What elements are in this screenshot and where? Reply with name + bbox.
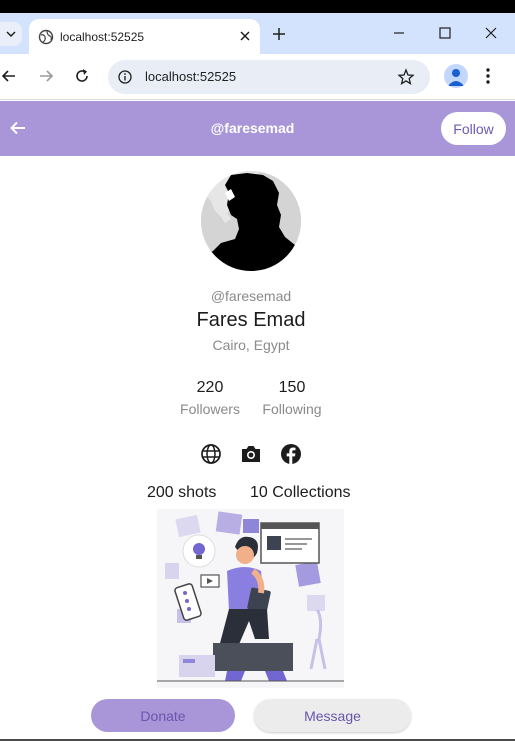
globe-icon[interactable] [200, 443, 222, 465]
avatar [201, 171, 301, 271]
followers-label: Followers [180, 401, 240, 417]
shots-count[interactable]: 200 shots [147, 484, 216, 502]
profile-icon[interactable] [444, 64, 468, 88]
followers-count: 220 [196, 379, 224, 396]
page-title: @faresemad [210, 120, 295, 136]
chevron-down-icon [6, 31, 16, 38]
screen-top-edge [0, 0, 515, 13]
tab-search-button[interactable] [0, 22, 22, 46]
maximize-icon[interactable] [438, 26, 452, 40]
donate-button[interactable]: Donate [91, 699, 235, 732]
following-label: Following [262, 401, 322, 417]
followers-stat[interactable]: 220 Followers [179, 379, 241, 417]
browser-toolbar: localhost:52525 [0, 54, 515, 100]
close-icon[interactable] [237, 28, 253, 44]
message-button[interactable]: Message [254, 699, 411, 732]
profile-handle: @faresemad [210, 288, 292, 304]
collections-count[interactable]: 10 Collections [250, 484, 351, 502]
back-icon[interactable] [0, 67, 18, 85]
camera-icon[interactable] [240, 443, 262, 465]
plus-icon[interactable] [271, 26, 287, 42]
address-bar[interactable]: localhost:52525 [108, 60, 430, 94]
profile-location: Cairo, Egypt [212, 337, 290, 353]
following-count: 150 [278, 379, 306, 396]
url-text: localhost:52525 [145, 69, 237, 84]
kebab-menu-icon[interactable] [485, 67, 491, 85]
star-icon[interactable] [397, 68, 415, 86]
app-bar: @faresemad Follow [0, 101, 515, 156]
follow-button[interactable]: Follow [441, 112, 506, 145]
window-close-icon[interactable] [484, 26, 498, 40]
following-stat[interactable]: 150 Following [261, 379, 323, 417]
browser-tabstrip: localhost:52525 [0, 13, 515, 54]
forward-icon[interactable] [37, 67, 55, 85]
profile-name: Fares Emad [196, 309, 306, 331]
facebook-icon[interactable] [280, 443, 302, 465]
reload-icon[interactable] [73, 67, 91, 85]
tab-title: localhost:52525 [60, 30, 145, 44]
info-icon[interactable] [118, 70, 132, 84]
shot-illustration[interactable] [157, 509, 344, 688]
globe-icon [38, 29, 54, 45]
browser-tab[interactable]: localhost:52525 [29, 19, 260, 54]
minimize-icon[interactable] [392, 26, 406, 40]
